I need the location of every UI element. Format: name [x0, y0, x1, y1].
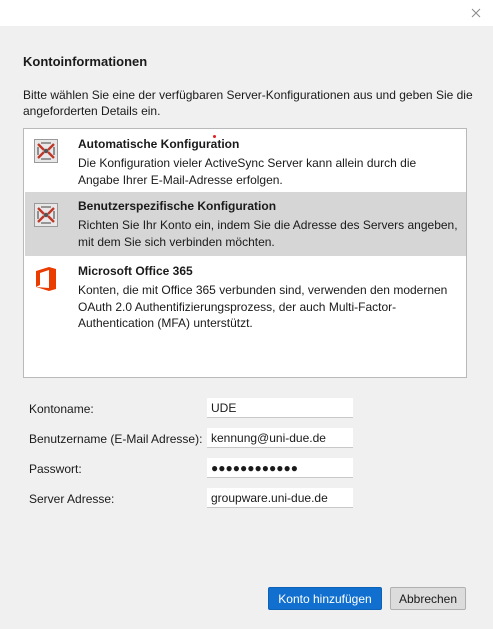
option-title: Benutzerspezifische Konfiguration [78, 199, 277, 213]
status-dot [213, 135, 216, 138]
option-description: Konten, die mit Office 365 verbunden sin… [78, 283, 448, 330]
account-name-label: Kontoname: [29, 402, 94, 416]
title-bar [0, 0, 493, 26]
dialog-heading: Kontoinformationen [23, 54, 148, 69]
option-automatic-configuration[interactable]: Automatische Konfiguration Die Konfigura… [25, 129, 466, 192]
dialog-panel: Kontoinformationen Bitte wählen Sie eine… [0, 26, 493, 629]
close-button[interactable] [467, 4, 485, 22]
password-label: Passwort: [29, 462, 82, 476]
option-title: Microsoft Office 365 [78, 264, 193, 278]
cancel-button[interactable]: Abbrechen [390, 587, 466, 610]
close-icon [471, 8, 481, 18]
office-365-icon [36, 267, 56, 291]
activesync-icon [34, 139, 58, 163]
server-configuration-list: Automatische Konfiguration Die Konfigura… [23, 128, 467, 378]
account-name-input[interactable] [207, 398, 353, 418]
password-input[interactable] [207, 458, 353, 478]
option-title: Automatische Konfiguration [78, 137, 240, 151]
dialog-intro-text: Bitte wählen Sie eine der verfügbaren Se… [23, 88, 473, 118]
username-label: Benutzername (E-Mail Adresse): [29, 432, 203, 446]
option-office-365[interactable]: Microsoft Office 365 Konten, die mit Off… [25, 256, 466, 336]
server-address-input[interactable] [207, 488, 353, 508]
server-address-label: Server Adresse: [29, 492, 115, 506]
option-description: Richten Sie Ihr Konto ein, indem Sie die… [78, 218, 458, 249]
option-custom-configuration[interactable]: Benutzerspezifische Konfiguration Richte… [25, 192, 466, 256]
add-account-button[interactable]: Konto hinzufügen [268, 587, 382, 610]
activesync-icon [34, 203, 58, 227]
option-description: Die Konfiguration vieler ActiveSync Serv… [78, 156, 417, 187]
username-input[interactable] [207, 428, 353, 448]
